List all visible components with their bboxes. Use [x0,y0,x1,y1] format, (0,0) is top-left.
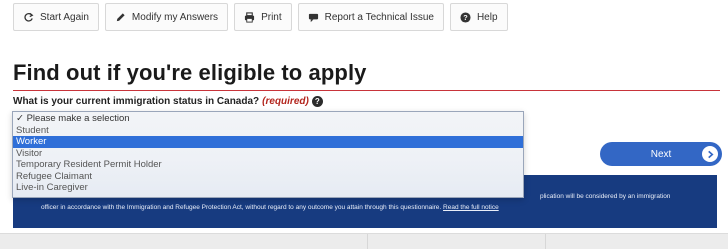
option-visitor[interactable]: Visitor [13,148,523,160]
help-icon: ? [460,11,471,23]
read-full-notice-link[interactable]: Read the full notice [443,204,499,211]
toolbar: Start Again Modify my Answers Print Repo… [13,3,508,31]
print-label: Print [261,11,282,23]
option-student[interactable]: Student [13,125,523,137]
footer-divider [545,234,546,249]
arrow-right-icon [702,146,718,162]
title-divider [13,90,720,91]
footer-strip [0,233,728,249]
print-button[interactable]: Print [234,3,292,31]
notice-text-1: plication will be considered by an immig… [540,193,671,200]
status-question: What is your current immigration status … [13,96,323,107]
next-label: Next [650,148,672,160]
pencil-icon [115,12,126,23]
immigration-status-dropdown[interactable]: ✓ Please make a selection Student Worker… [12,111,524,198]
modify-answers-button[interactable]: Modify my Answers [104,3,229,31]
page-title: Find out if you're eligible to apply [13,60,367,85]
question-help-icon[interactable]: ? [311,96,323,107]
svg-text:?: ? [463,12,468,21]
next-button[interactable]: Next [600,142,722,166]
option-please-select[interactable]: ✓ Please make a selection [13,113,523,125]
notice-text-2-body: officer in accordance with the Immigrati… [41,204,442,211]
option-temporary-resident-permit-holder[interactable]: Temporary Resident Permit Holder [13,159,523,171]
comment-icon [308,12,319,23]
report-issue-label: Report a Technical Issue [324,11,434,23]
required-marker: (required) [262,96,309,107]
option-worker[interactable]: Worker [13,136,523,148]
printer-icon [244,11,255,23]
notice-text-2: officer in accordance with the Immigrati… [41,204,499,211]
start-again-button[interactable]: Start Again [13,3,99,31]
start-again-label: Start Again [40,11,89,23]
option-refugee-claimant[interactable]: Refugee Claimant [13,171,523,183]
help-button[interactable]: ? Help [449,3,508,31]
footer-divider [367,234,368,249]
option-live-in-caregiver[interactable]: Live-in Caregiver [13,182,523,194]
modify-answers-label: Modify my Answers [131,11,219,23]
question-label: What is your current immigration status … [13,96,260,107]
refresh-icon [23,12,34,23]
help-label: Help [476,11,498,23]
report-issue-button[interactable]: Report a Technical Issue [297,3,444,31]
